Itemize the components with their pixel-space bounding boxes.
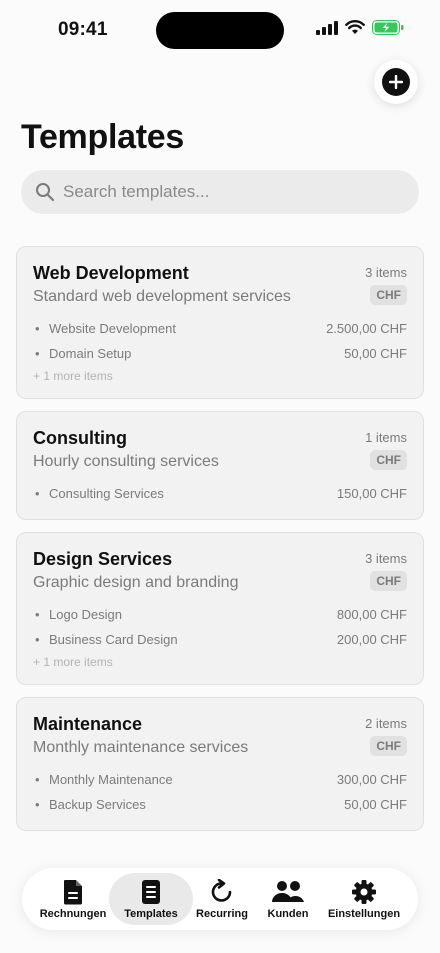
template-card-consulting[interactable]: Consulting Hourly consulting services 1 … <box>16 411 424 520</box>
template-item-count: 3 items <box>365 551 407 566</box>
template-description: Graphic design and branding <box>33 574 239 591</box>
search-bar[interactable] <box>21 170 419 214</box>
template-line-item: • Monthly Maintenance 300,00 CHF <box>33 772 407 790</box>
template-icon <box>142 880 160 904</box>
currency-badge: CHF <box>370 736 407 756</box>
template-item-count: 1 items <box>365 430 407 445</box>
template-line-item: • Consulting Services 150,00 CHF <box>33 486 407 504</box>
line-item-name: Monthly Maintenance <box>49 772 173 787</box>
template-line-item: • Business Card Design 200,00 CHF <box>33 632 407 650</box>
bullet-icon: • <box>35 486 40 501</box>
template-title: Web Development <box>33 263 189 283</box>
status-icons <box>316 20 404 35</box>
tab-einstellungen[interactable]: Einstellungen <box>324 873 404 925</box>
tab-rechnungen[interactable]: Rechnungen <box>34 873 112 925</box>
template-line-item: • Domain Setup 50,00 CHF <box>33 346 407 364</box>
tab-label: Templates <box>124 908 178 920</box>
add-template-button[interactable] <box>374 60 418 104</box>
line-item-name: Website Development <box>49 321 176 336</box>
template-title: Design Services <box>33 549 173 569</box>
more-items-label: + 1 more items <box>33 655 113 669</box>
line-item-price: 200,00 CHF <box>336 632 407 647</box>
template-item-count: 3 items <box>365 265 407 280</box>
gear-icon <box>352 880 376 904</box>
bullet-icon: • <box>35 772 40 787</box>
template-card-design-services[interactable]: Design Services Graphic design and brand… <box>16 532 424 685</box>
template-line-item: • Backup Services 50,00 CHF <box>33 797 407 815</box>
cellular-signal-icon <box>316 20 338 35</box>
battery-charging-icon <box>372 20 404 35</box>
more-items-label: + 1 more items <box>33 369 113 383</box>
bullet-icon: • <box>35 321 40 336</box>
status-bar: 09:41 <box>0 0 440 60</box>
tab-label: Einstellungen <box>327 908 401 920</box>
template-title: Maintenance <box>33 714 143 734</box>
line-item-price: 2.500,00 CHF <box>326 321 407 336</box>
line-item-price: 50,00 CHF <box>344 797 407 812</box>
plus-circle-icon <box>382 68 410 96</box>
bullet-icon: • <box>35 346 40 361</box>
people-icon <box>272 881 304 902</box>
template-title: Consulting <box>33 428 127 448</box>
line-item-name: Domain Setup <box>49 346 132 361</box>
dynamic-island <box>156 12 284 49</box>
wifi-icon <box>345 20 365 34</box>
template-card-web-development[interactable]: Web Development Standard web development… <box>16 246 424 399</box>
currency-badge: CHF <box>370 450 407 470</box>
template-line-item: • Website Development 2.500,00 CHF <box>33 321 407 339</box>
search-input[interactable] <box>63 182 383 202</box>
template-description: Hourly consulting services <box>33 453 219 470</box>
line-item-price: 300,00 CHF <box>336 772 407 787</box>
tab-label: Rechnungen <box>39 908 107 920</box>
page-title: Templates <box>21 118 184 156</box>
line-item-price: 50,00 CHF <box>344 346 407 361</box>
line-item-name: Logo Design <box>49 607 122 622</box>
document-icon <box>64 880 82 905</box>
template-card-maintenance[interactable]: Maintenance Monthly maintenance services… <box>16 697 424 831</box>
line-item-price: 800,00 CHF <box>336 607 407 622</box>
status-time: 09:41 <box>58 19 108 40</box>
bullet-icon: • <box>35 632 40 647</box>
currency-badge: CHF <box>370 285 407 305</box>
tab-bar: Rechnungen Templates Recurring Kunden Ei… <box>22 868 418 930</box>
line-item-name: Consulting Services <box>49 486 164 501</box>
template-line-item: • Logo Design 800,00 CHF <box>33 607 407 625</box>
tab-templates[interactable]: Templates <box>109 873 193 925</box>
template-description: Standard web development services <box>33 288 291 305</box>
refresh-icon <box>211 879 232 902</box>
template-item-count: 2 items <box>365 716 407 731</box>
template-description: Monthly maintenance services <box>33 739 249 756</box>
tab-kunden[interactable]: Kunden <box>256 873 320 925</box>
bullet-icon: • <box>35 607 40 622</box>
line-item-name: Business Card Design <box>49 632 178 647</box>
tab-label: Recurring <box>196 908 248 920</box>
bullet-icon: • <box>35 797 40 812</box>
line-item-price: 150,00 CHF <box>336 486 407 501</box>
search-icon <box>36 183 55 202</box>
tab-recurring[interactable]: Recurring <box>188 873 256 925</box>
currency-badge: CHF <box>370 571 407 591</box>
line-item-name: Backup Services <box>49 797 146 812</box>
tab-label: Kunden <box>267 908 309 920</box>
